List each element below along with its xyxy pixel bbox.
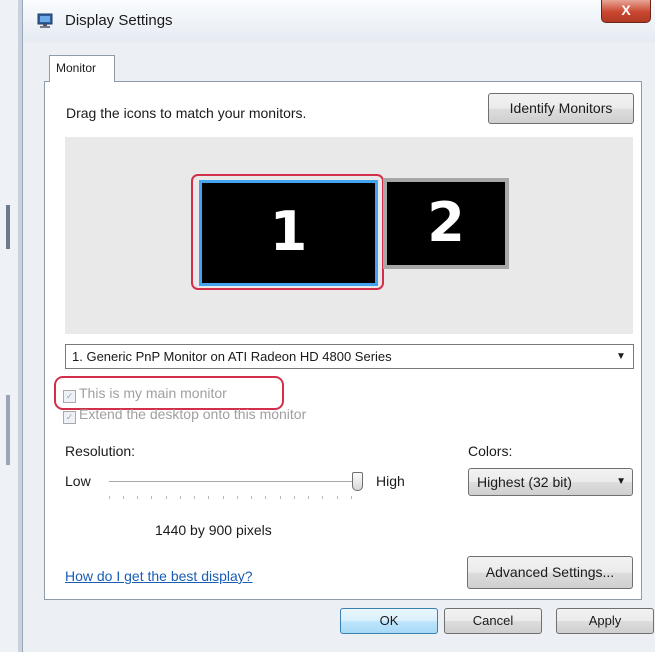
slider-tick [351,496,352,499]
ok-button[interactable]: OK [340,608,438,634]
slider-tick [265,496,266,499]
slider-tick [337,496,338,499]
resolution-label: Resolution: [65,443,136,459]
display-settings-window: Display Settings X Monitor Drag the icon… [22,0,655,652]
monitor-2-icon[interactable]: 2 [383,178,509,269]
close-icon: X [621,2,631,18]
slider-tick [322,496,323,499]
slider-tick [180,496,181,499]
instruction-text: Drag the icons to match your monitors. [66,105,307,121]
slider-tick [308,496,309,499]
background-window-edge [0,0,22,652]
resolution-low-label: Low [65,473,91,489]
monitor-select[interactable]: 1. Generic PnP Monitor on ATI Radeon HD … [65,344,634,369]
slider-tick [251,496,252,499]
advanced-settings-button[interactable]: Advanced Settings... [467,556,633,589]
colors-select[interactable]: Highest (32 bit) ▼ [468,468,633,496]
extend-desktop-checkbox[interactable]: ✓ Extend the desktop onto this monitor [63,406,306,424]
main-monitor-checkbox[interactable]: ✓ This is my main monitor [63,385,227,403]
monitor-1-icon[interactable]: 1 [199,180,378,286]
monitor-tab-panel: Drag the icons to match your monitors. I… [44,81,642,600]
colors-select-value: Highest (32 bit) [477,474,572,490]
slider-tick [294,496,295,499]
slider-tick [194,496,195,499]
window-title: Display Settings [65,12,173,29]
tab-monitor[interactable]: Monitor [49,55,115,82]
slider-tick [151,496,152,499]
slider-tick [237,496,238,499]
apply-button[interactable]: Apply [556,608,654,634]
slider-tick [137,496,138,499]
main-monitor-label: This is my main monitor [79,385,227,401]
cancel-button[interactable]: Cancel [444,608,542,634]
close-button[interactable]: X [601,0,651,23]
resolution-value: 1440 by 900 pixels [155,522,272,538]
display-settings-icon [37,13,53,28]
slider-tick [109,496,110,499]
chevron-down-icon: ▼ [616,351,626,362]
monitor-select-value: 1. Generic PnP Monitor on ATI Radeon HD … [72,349,392,364]
slider-tick [208,496,209,499]
identify-monitors-button[interactable]: Identify Monitors [488,93,634,124]
slider-tick [280,496,281,499]
resolution-slider-track[interactable] [109,481,359,482]
chevron-down-icon: ▼ [616,476,626,487]
checkbox-checked-icon: ✓ [63,411,76,424]
title-bar[interactable]: Display Settings X [23,0,655,42]
slider-tick [123,496,124,499]
slider-tick [223,496,224,499]
resolution-slider-thumb[interactable] [352,472,363,491]
monitor-arrangement-area: 1 2 [65,137,633,334]
help-link[interactable]: How do I get the best display? [65,568,253,584]
edge-marker [6,395,10,465]
colors-label: Colors: [468,443,513,459]
extend-desktop-label: Extend the desktop onto this monitor [79,406,307,422]
checkbox-checked-icon: ✓ [63,390,76,403]
edge-marker [6,205,10,249]
resolution-high-label: High [376,473,405,489]
resolution-slider-ticks [109,496,359,499]
slider-tick [166,496,167,499]
